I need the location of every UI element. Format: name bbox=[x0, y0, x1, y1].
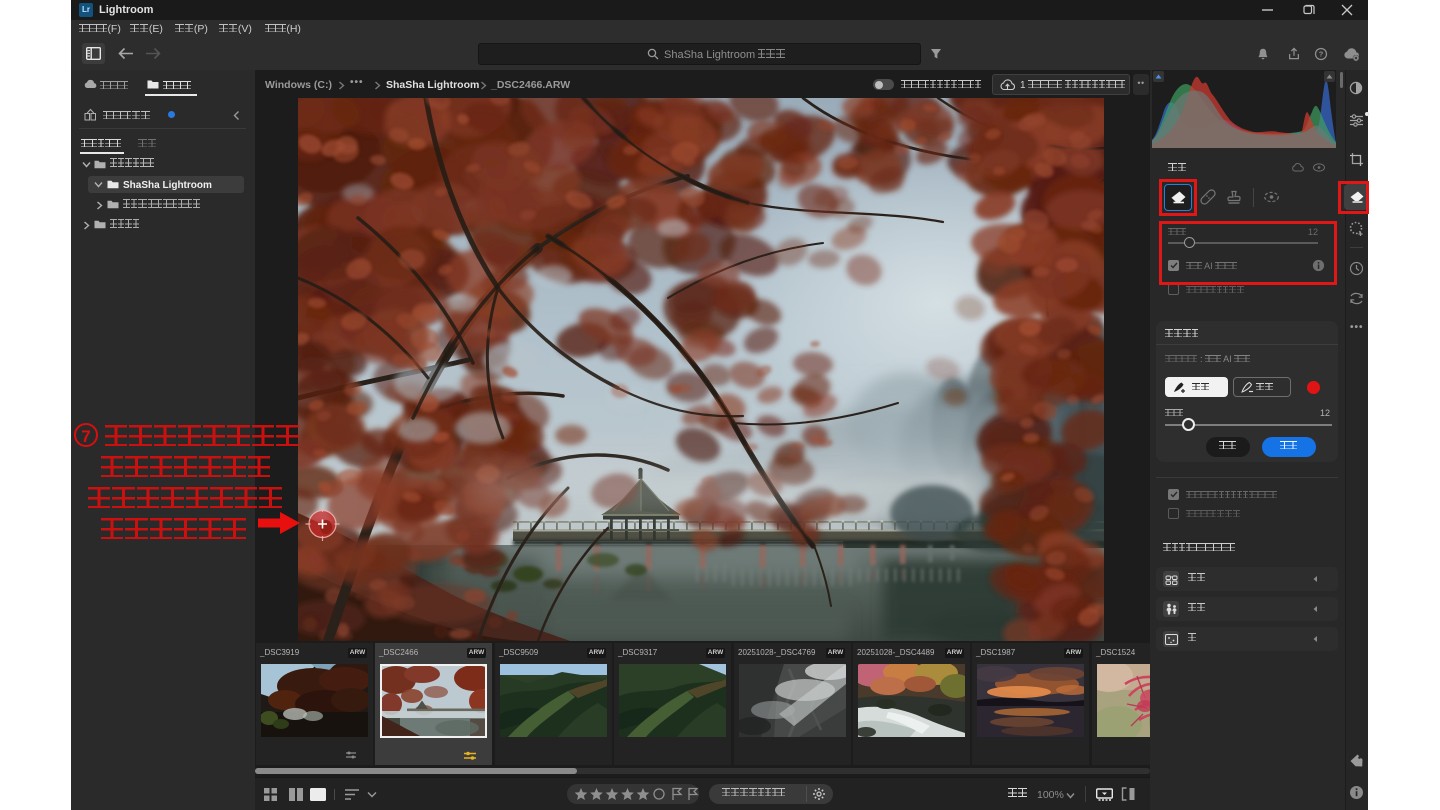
svg-text:?: ? bbox=[1319, 50, 1324, 59]
